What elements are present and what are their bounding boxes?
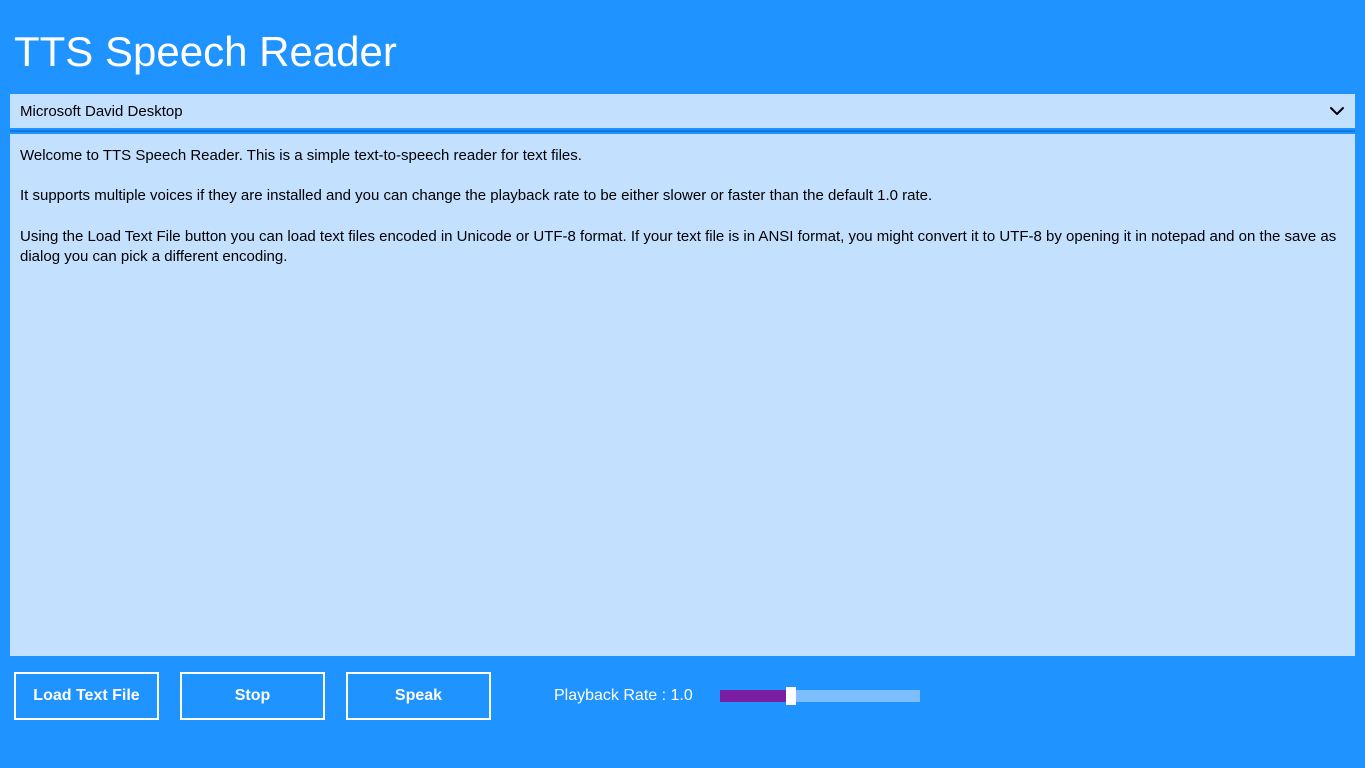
speak-button[interactable]: Speak	[346, 672, 491, 720]
slider-thumb[interactable]	[786, 687, 796, 705]
voice-selector-dropdown[interactable]: Microsoft David Desktop	[10, 94, 1355, 128]
load-text-file-button[interactable]: Load Text File	[14, 672, 159, 720]
page-title: TTS Speech Reader	[0, 0, 1365, 94]
bottom-toolbar: Load Text File Stop Speak Playback Rate …	[14, 672, 1351, 720]
chevron-down-icon	[1329, 103, 1345, 119]
slider-fill	[720, 690, 786, 702]
playback-rate-label: Playback Rate : 1.0	[554, 687, 693, 705]
divider	[10, 130, 1355, 132]
text-content-area[interactable]: Welcome to TTS Speech Reader. This is a …	[10, 134, 1355, 656]
text-paragraph: Using the Load Text File button you can …	[20, 227, 1345, 268]
playback-rate-slider[interactable]	[720, 690, 920, 702]
voice-selector-value: Microsoft David Desktop	[20, 103, 183, 120]
text-paragraph: Welcome to TTS Speech Reader. This is a …	[20, 146, 1345, 166]
text-paragraph: It supports multiple voices if they are …	[20, 186, 1345, 206]
stop-button[interactable]: Stop	[180, 672, 325, 720]
